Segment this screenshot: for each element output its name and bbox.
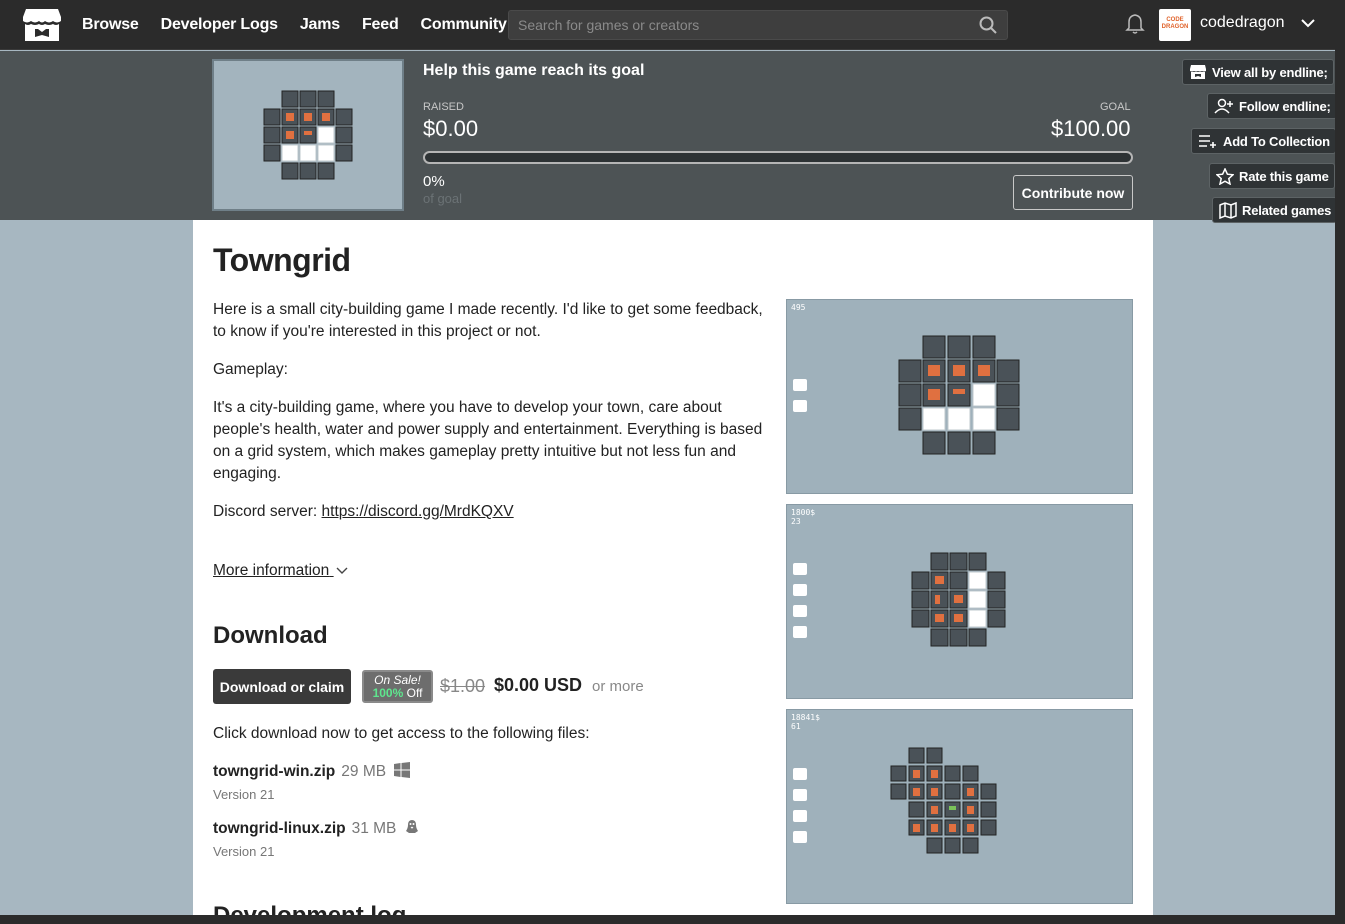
star-icon bbox=[1216, 167, 1234, 185]
discord-label: Discord server: bbox=[213, 503, 322, 520]
add-list-icon bbox=[1199, 135, 1216, 148]
search-input[interactable] bbox=[518, 15, 968, 35]
add-user-icon bbox=[1214, 98, 1233, 114]
view-all-label: View all by endline; bbox=[1212, 64, 1328, 80]
add-to-collection-button[interactable]: Add To Collection bbox=[1191, 128, 1336, 154]
goal-value: $100.00 bbox=[1051, 116, 1131, 141]
notification-bell-icon[interactable] bbox=[1125, 13, 1145, 35]
file-name: towngrid-linux.zip bbox=[213, 820, 346, 837]
file-version: Version 21 bbox=[213, 844, 275, 859]
search-box bbox=[508, 10, 1008, 40]
bottom-bar bbox=[0, 915, 1345, 924]
screenshot-grid-image bbox=[911, 552, 1006, 647]
goal-title: Help this game reach its goal bbox=[423, 62, 645, 79]
thumbnail-grid-image bbox=[263, 90, 353, 180]
scrollbar[interactable] bbox=[1335, 0, 1345, 915]
game-page-content: Towngrid Here is a small city-building g… bbox=[193, 220, 1153, 924]
description-paragraph: Here is a small city-building game I mad… bbox=[213, 301, 763, 340]
funding-goal-banner bbox=[0, 51, 1345, 220]
rate-label: Rate this game bbox=[1239, 168, 1329, 184]
top-nav: Browse Developer Logs Jams Feed Communit… bbox=[0, 0, 1345, 50]
game-thumbnail[interactable] bbox=[212, 59, 404, 211]
view-all-by-author-button[interactable]: View all by endline; bbox=[1182, 59, 1334, 85]
nav-jams[interactable]: Jams bbox=[300, 16, 340, 34]
screenshot-grid-image bbox=[898, 335, 1020, 455]
raised-value: $0.00 bbox=[423, 116, 479, 141]
sale-price: $0.00 USD bbox=[494, 675, 583, 695]
screenshot-grid-image bbox=[890, 747, 997, 854]
add-to-collection-label: Add To Collection bbox=[1223, 133, 1330, 149]
nav-developer-logs[interactable]: Developer Logs bbox=[161, 16, 278, 34]
contribute-button[interactable]: Contribute now bbox=[1013, 175, 1133, 210]
follow-label: Follow endline; bbox=[1239, 98, 1331, 114]
screenshot[interactable]: 1800$ 23 bbox=[786, 504, 1133, 699]
screenshot[interactable]: 18841$ 61 bbox=[786, 709, 1133, 904]
description-paragraph: Gameplay: bbox=[213, 361, 288, 378]
avatar[interactable]: CODE DRAGON bbox=[1159, 9, 1191, 41]
goal-label: GOAL bbox=[1100, 101, 1131, 113]
sale-off: Off bbox=[406, 686, 423, 700]
raised-label: RAISED bbox=[423, 101, 464, 113]
more-information-toggle[interactable]: More information bbox=[213, 562, 348, 580]
main-nav: Browse Developer Logs Jams Feed Communit… bbox=[82, 0, 529, 50]
username[interactable]: codedragon bbox=[1200, 14, 1285, 32]
rate-game-button[interactable]: Rate this game bbox=[1209, 163, 1335, 189]
nav-feed[interactable]: Feed bbox=[362, 16, 399, 34]
goal-progress-bar bbox=[423, 151, 1133, 164]
nav-community[interactable]: Community bbox=[421, 16, 507, 34]
original-price: $1.00 bbox=[440, 676, 486, 696]
nav-browse[interactable]: Browse bbox=[82, 16, 139, 34]
download-file-row: towngrid-win.zip 29 MB Version 21 bbox=[213, 762, 411, 802]
file-size: 31 MB bbox=[351, 820, 397, 837]
download-instructions: Click download now to get access to the … bbox=[213, 725, 590, 742]
search-icon[interactable] bbox=[979, 16, 997, 34]
map-icon bbox=[1219, 201, 1237, 219]
of-goal-label: of goal bbox=[423, 191, 463, 206]
file-version: Version 21 bbox=[213, 787, 275, 802]
linux-icon bbox=[406, 820, 419, 833]
screenshot[interactable]: 495 bbox=[786, 299, 1133, 494]
goal-percent: 0% bbox=[423, 173, 445, 190]
sale-badge: On Sale! 100% Off bbox=[362, 670, 433, 703]
itchio-icon bbox=[1190, 65, 1206, 79]
file-size: 29 MB bbox=[341, 763, 387, 780]
related-games-button[interactable]: Related games bbox=[1212, 197, 1338, 223]
follow-author-button[interactable]: Follow endline; bbox=[1207, 93, 1337, 119]
discord-line: Discord server: https://discord.gg/MrdKQ… bbox=[213, 501, 765, 523]
more-information-label: More information bbox=[213, 562, 330, 579]
discord-link[interactable]: https://discord.gg/MrdKQXV bbox=[322, 503, 514, 520]
game-description: Here is a small city-building game I mad… bbox=[213, 299, 765, 539]
related-label: Related games bbox=[1242, 202, 1332, 218]
download-file-row: towngrid-linux.zip 31 MB Version 21 bbox=[213, 819, 420, 859]
sale-percent: 100% bbox=[372, 686, 404, 700]
or-more-label: or more bbox=[592, 678, 644, 695]
windows-icon bbox=[394, 762, 411, 778]
chevron-down-icon[interactable] bbox=[1300, 17, 1316, 29]
description-paragraph: It's a city-building game, where you hav… bbox=[213, 399, 763, 482]
game-title: Towngrid bbox=[213, 242, 351, 278]
file-name: towngrid-win.zip bbox=[213, 763, 336, 780]
download-button[interactable]: Download or claim bbox=[213, 669, 351, 704]
download-heading: Download bbox=[213, 622, 328, 649]
chevron-down-icon bbox=[336, 567, 348, 574]
itchio-logo[interactable] bbox=[22, 7, 62, 43]
